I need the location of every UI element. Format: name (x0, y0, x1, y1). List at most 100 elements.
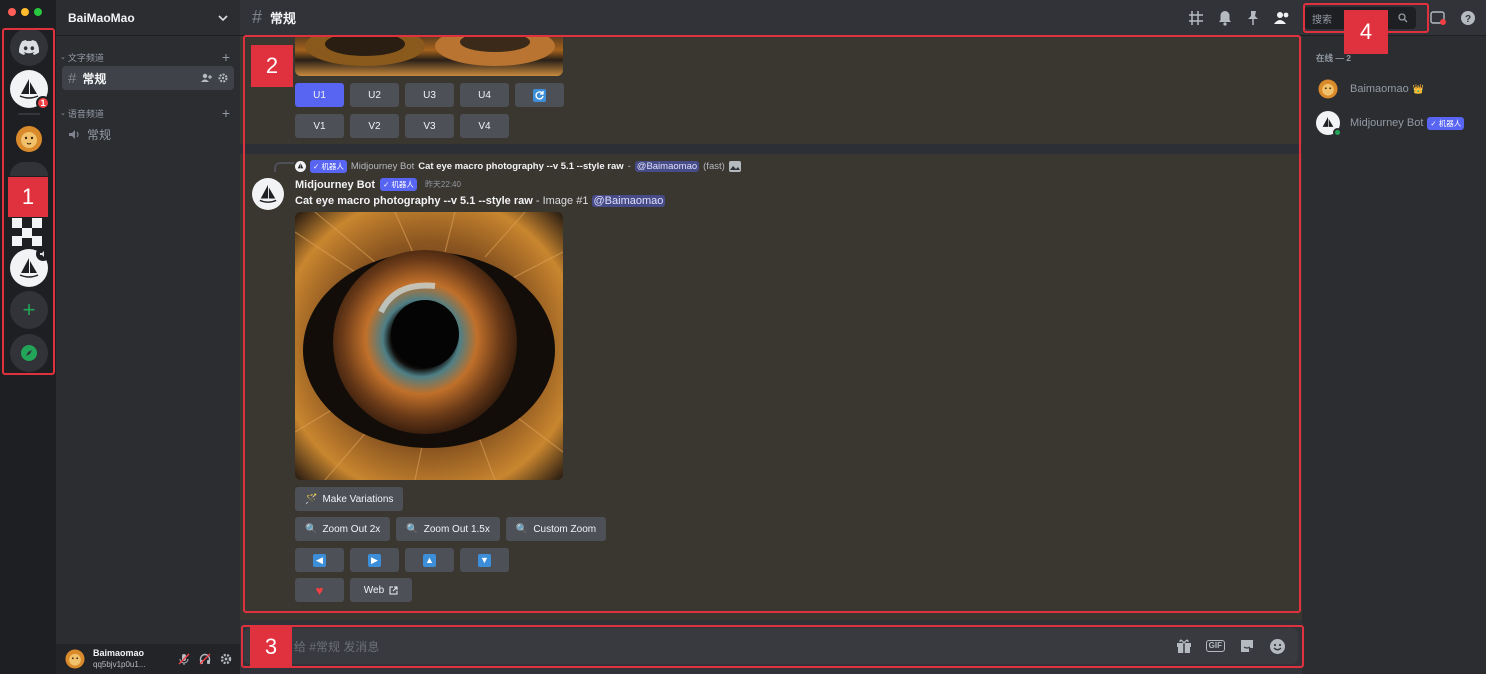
member-list: 在线 — 2 Baimaomao 👑 Midjourney Bot ✓ 机器人 (1302, 36, 1486, 674)
discord-home-button[interactable] (10, 28, 48, 66)
bot-badge: ✓ 机器人 (310, 160, 347, 173)
discord-app: 1 + BaiMaoMao ⌄ 文字频道 + # 常规 ⌄ 语音频道 + 常规 … (0, 0, 1486, 674)
member-baimaomao[interactable]: Baimaomao 👑 (1316, 72, 1472, 106)
annotation-label-2: 2 (251, 45, 293, 87)
annotation-label-3: 3 (250, 627, 292, 667)
user-settings-gear-icon[interactable] (220, 653, 232, 665)
v1-button[interactable]: V1 (295, 114, 344, 138)
composer-placeholder: 给 #常规 发消息 (294, 639, 380, 654)
maximize-window-button[interactable] (34, 8, 42, 16)
threads-icon[interactable] (1188, 10, 1204, 26)
minimize-window-button[interactable] (21, 8, 29, 16)
arrow-left-icon: ◀ (313, 553, 326, 567)
category-text[interactable]: ⌄ 文字频道 + (56, 50, 240, 64)
category-label: 文字频道 (67, 52, 104, 63)
server-midjourney-voice[interactable] (10, 247, 50, 287)
chevron-icon: ⌄ (60, 54, 66, 61)
invite-icon[interactable] (201, 73, 212, 83)
deafen-headphones-icon[interactable] (199, 653, 211, 665)
make-variations-button[interactable]: 🪄 Make Variations (295, 487, 404, 511)
u1-button[interactable]: U1 (295, 83, 344, 107)
pan-up-button[interactable]: ▲ (405, 548, 454, 572)
add-channel-icon[interactable]: + (222, 50, 230, 64)
custom-zoom-label: Custom Zoom (533, 523, 597, 535)
channel-voice-general[interactable]: 常规 (62, 122, 234, 146)
previous-image-grid[interactable] (295, 36, 563, 76)
message-content: Cat eye macro photography --v 5.1 --styl… (295, 195, 666, 207)
reply-preview[interactable]: ✓ 机器人 Midjourney Bot Cat eye macro photo… (295, 160, 741, 173)
message-suffix: - Image #1 (532, 195, 592, 207)
reply-connector (274, 162, 294, 172)
help-icon[interactable]: ? (1460, 10, 1476, 26)
magnifier-icon: 🔍 (406, 523, 419, 535)
online-status-icon (1333, 128, 1342, 137)
inbox-icon[interactable] (1430, 11, 1446, 25)
sailboat-icon (259, 184, 277, 203)
category-voice[interactable]: ⌄ 语音频道 + (56, 106, 240, 120)
mute-microphone-icon[interactable] (178, 653, 190, 665)
message-mention[interactable]: @Baimaomao (591, 195, 666, 207)
u2-button[interactable]: U2 (350, 83, 399, 107)
lion-avatar-icon (16, 126, 42, 152)
pan-down-button[interactable]: ▼ (460, 548, 509, 572)
hash-icon: # (68, 69, 77, 87)
reroll-button[interactable] (515, 83, 564, 107)
add-server-button[interactable]: + (10, 291, 48, 329)
zoom-out-2x-button[interactable]: 🔍 Zoom Out 2x (295, 517, 391, 541)
external-link-icon (389, 586, 398, 594)
bot-avatar[interactable] (252, 178, 284, 210)
zoom-out-1-5x-button[interactable]: 🔍 Zoom Out 1.5x (396, 517, 500, 541)
explore-servers-button[interactable] (10, 334, 48, 372)
channel-text-general[interactable]: # 常规 (62, 66, 234, 90)
server-midjourney[interactable]: 1 (10, 70, 50, 110)
v2-button[interactable]: V2 (350, 114, 399, 138)
channel-name: 常规 (87, 127, 112, 142)
server-lion[interactable] (10, 120, 48, 158)
web-button[interactable]: Web (350, 578, 412, 602)
make-variations-row: 🪄 Make Variations (295, 487, 404, 511)
gif-icon[interactable]: GIF (1205, 640, 1225, 652)
bell-icon[interactable] (1218, 10, 1232, 26)
speaker-icon (69, 129, 79, 139)
sticker-icon[interactable] (1239, 638, 1255, 654)
pin-icon[interactable] (1246, 10, 1260, 26)
pan-left-button[interactable]: ◀ (295, 548, 344, 572)
server-hidden[interactable] (10, 162, 48, 176)
heart-icon: ♥ (315, 582, 324, 598)
server-header[interactable]: BaiMaoMao (56, 0, 240, 36)
gear-icon[interactable] (218, 73, 228, 83)
zoom-out-1-5x-label: Zoom Out 1.5x (423, 523, 490, 535)
custom-zoom-button[interactable]: 🔍 Custom Zoom (505, 517, 607, 541)
pan-right-button[interactable]: ▶ (350, 548, 399, 572)
generated-image-cat-eye[interactable] (295, 212, 563, 480)
make-variations-label: Make Variations (322, 493, 394, 505)
favorite-button[interactable]: ♥ (295, 578, 344, 602)
magnifier-icon: 🔍 (515, 523, 529, 535)
sailboat-icon (19, 79, 39, 99)
u3-button[interactable]: U3 (405, 83, 454, 107)
v3-button[interactable]: V3 (405, 114, 454, 138)
crown-icon: 👑 (1412, 83, 1424, 94)
server-pixel[interactable] (12, 218, 44, 246)
message-composer[interactable]: 给 #常规 发消息 GIF (244, 628, 1298, 664)
compass-icon (21, 345, 37, 361)
bot-avatar-mini (295, 161, 306, 172)
message-author[interactable]: Midjourney Bot (295, 179, 375, 191)
v4-button[interactable]: V4 (460, 114, 509, 138)
add-channel-icon[interactable]: + (222, 106, 230, 120)
gift-icon[interactable] (1176, 638, 1192, 654)
user-panel: Baimaomao qq5bjv1p0u1... (56, 644, 240, 674)
member-midjourney-bot[interactable]: Midjourney Bot ✓ 机器人 (1316, 106, 1472, 140)
member-list-icon[interactable] (1274, 11, 1290, 25)
bot-badge: ✓ 机器人 (380, 178, 417, 191)
reply-mention[interactable]: @Baimaomao (634, 161, 700, 172)
image-icon (728, 161, 741, 172)
close-window-button[interactable] (8, 8, 16, 16)
svg-text:?: ? (1465, 14, 1471, 25)
search-icon (1398, 13, 1408, 23)
message-prompt: Cat eye macro photography --v 5.1 --styl… (295, 195, 533, 207)
u4-button[interactable]: U4 (460, 83, 509, 107)
arrow-down-icon: ▼ (478, 553, 491, 567)
user-avatar[interactable] (64, 648, 86, 670)
emoji-icon[interactable] (1269, 638, 1286, 655)
